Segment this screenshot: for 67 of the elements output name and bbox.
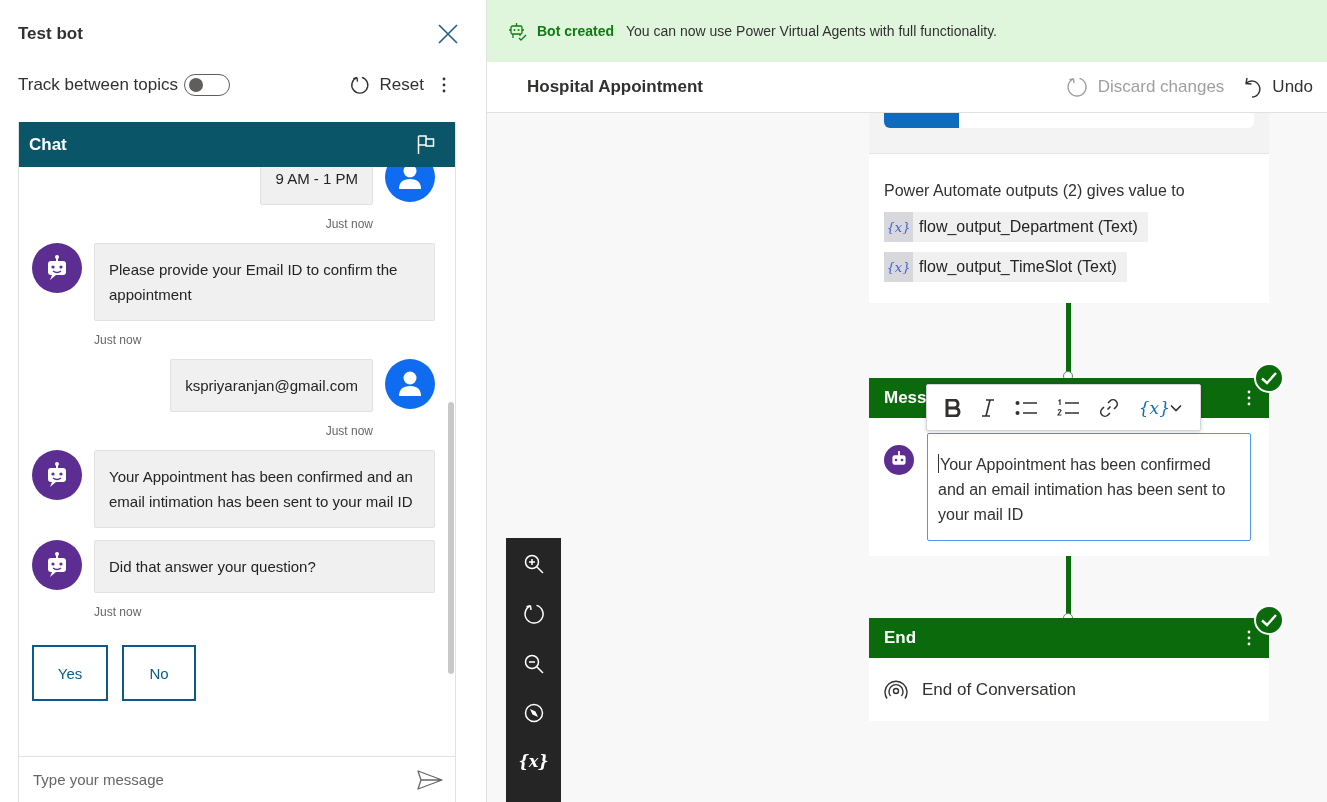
chat-title: Chat [29, 134, 67, 155]
user-message: 9 AM - 1 PM [260, 167, 373, 205]
bot-avatar-icon [32, 243, 82, 293]
bot-avatar-icon [884, 445, 914, 475]
reset-button[interactable]: Reset [349, 75, 424, 95]
node-title: Mess [884, 388, 927, 408]
reset-view-button[interactable] [522, 603, 545, 625]
bold-icon [944, 398, 961, 417]
more-options-icon[interactable] [442, 77, 446, 93]
bot-avatar-icon [32, 540, 82, 590]
zoom-out-button[interactable] [523, 654, 544, 674]
zoom-in-button[interactable] [523, 554, 544, 574]
user-avatar-icon [385, 359, 435, 409]
zoom-out-icon [523, 654, 544, 674]
compass-button[interactable] [523, 703, 544, 723]
node-title: End [884, 628, 917, 648]
output-description: Power Automate outputs (2) gives value to [884, 182, 1185, 200]
bot-avatar-icon [32, 450, 82, 500]
topic-title: Hospital Appointment [527, 77, 703, 97]
timestamp: Just now [325, 217, 373, 231]
message-input[interactable]: Type your message [31, 770, 417, 789]
refresh-icon [349, 75, 370, 95]
timestamp: Just now [94, 333, 143, 347]
insert-variable-button[interactable]: {x} [1138, 397, 1182, 418]
track-toggle[interactable] [184, 74, 230, 96]
suggested-action-button[interactable]: No [122, 645, 196, 701]
chevron-down-icon [1169, 403, 1182, 412]
user-message: kspriyaranjan@gmail.com [170, 359, 373, 412]
italic-icon [980, 398, 995, 417]
close-icon[interactable] [438, 24, 458, 44]
bullet-list-icon [1014, 399, 1037, 416]
end-action: End of Conversation [922, 679, 1077, 700]
undo-icon [1244, 76, 1263, 98]
link-icon [1098, 397, 1119, 418]
variable-chip[interactable]: {x} flow_output_TimeSlot (Text) [884, 252, 1127, 282]
timestamp: Just now [325, 424, 373, 438]
numbered-list-button[interactable] [1056, 398, 1079, 417]
toggle-label: Track between topics [18, 75, 178, 95]
broadcast-icon [884, 678, 908, 701]
bullet-list-button[interactable] [1014, 399, 1037, 416]
link-button[interactable] [1098, 397, 1119, 418]
send-icon[interactable] [417, 769, 443, 790]
more-options-icon[interactable] [1247, 630, 1251, 646]
timestamp: Just now [94, 605, 143, 619]
variables-button[interactable]: {x} [518, 752, 549, 771]
scrollbar-thumb[interactable] [448, 402, 454, 674]
refresh-icon [1065, 76, 1088, 98]
banner-title: Bot created [537, 23, 615, 39]
panel-title: Test bot [18, 24, 83, 44]
variable-chip[interactable]: {x} flow_output_Department (Text) [884, 212, 1148, 242]
bot-message: Your Appointment has been confirmed and an email intimation has been sent to your mail ID [94, 450, 435, 528]
bot-message: Please provide your Email ID to confirm the appointment [94, 243, 435, 321]
more-options-icon[interactable] [1247, 390, 1251, 406]
bold-button[interactable] [944, 398, 961, 417]
bot-check-icon [507, 21, 527, 41]
undo-button[interactable]: Undo [1244, 76, 1313, 98]
refresh-icon [522, 603, 545, 625]
banner-message: You can now use Power Virtual Agents with full functionality. [626, 23, 997, 39]
user-avatar-icon [385, 167, 435, 202]
bot-message: Did that answer your question? [94, 540, 435, 593]
zoom-in-icon [523, 554, 544, 574]
suggested-action-button[interactable]: Yes [32, 645, 108, 701]
flag-icon[interactable] [417, 134, 435, 155]
compass-icon [523, 703, 544, 723]
numbered-list-icon [1056, 398, 1079, 417]
italic-button[interactable] [980, 398, 995, 417]
message-text-field[interactable]: Your Appointment has been confirmed and an email intimation has been sent to your mail ID [927, 433, 1251, 541]
